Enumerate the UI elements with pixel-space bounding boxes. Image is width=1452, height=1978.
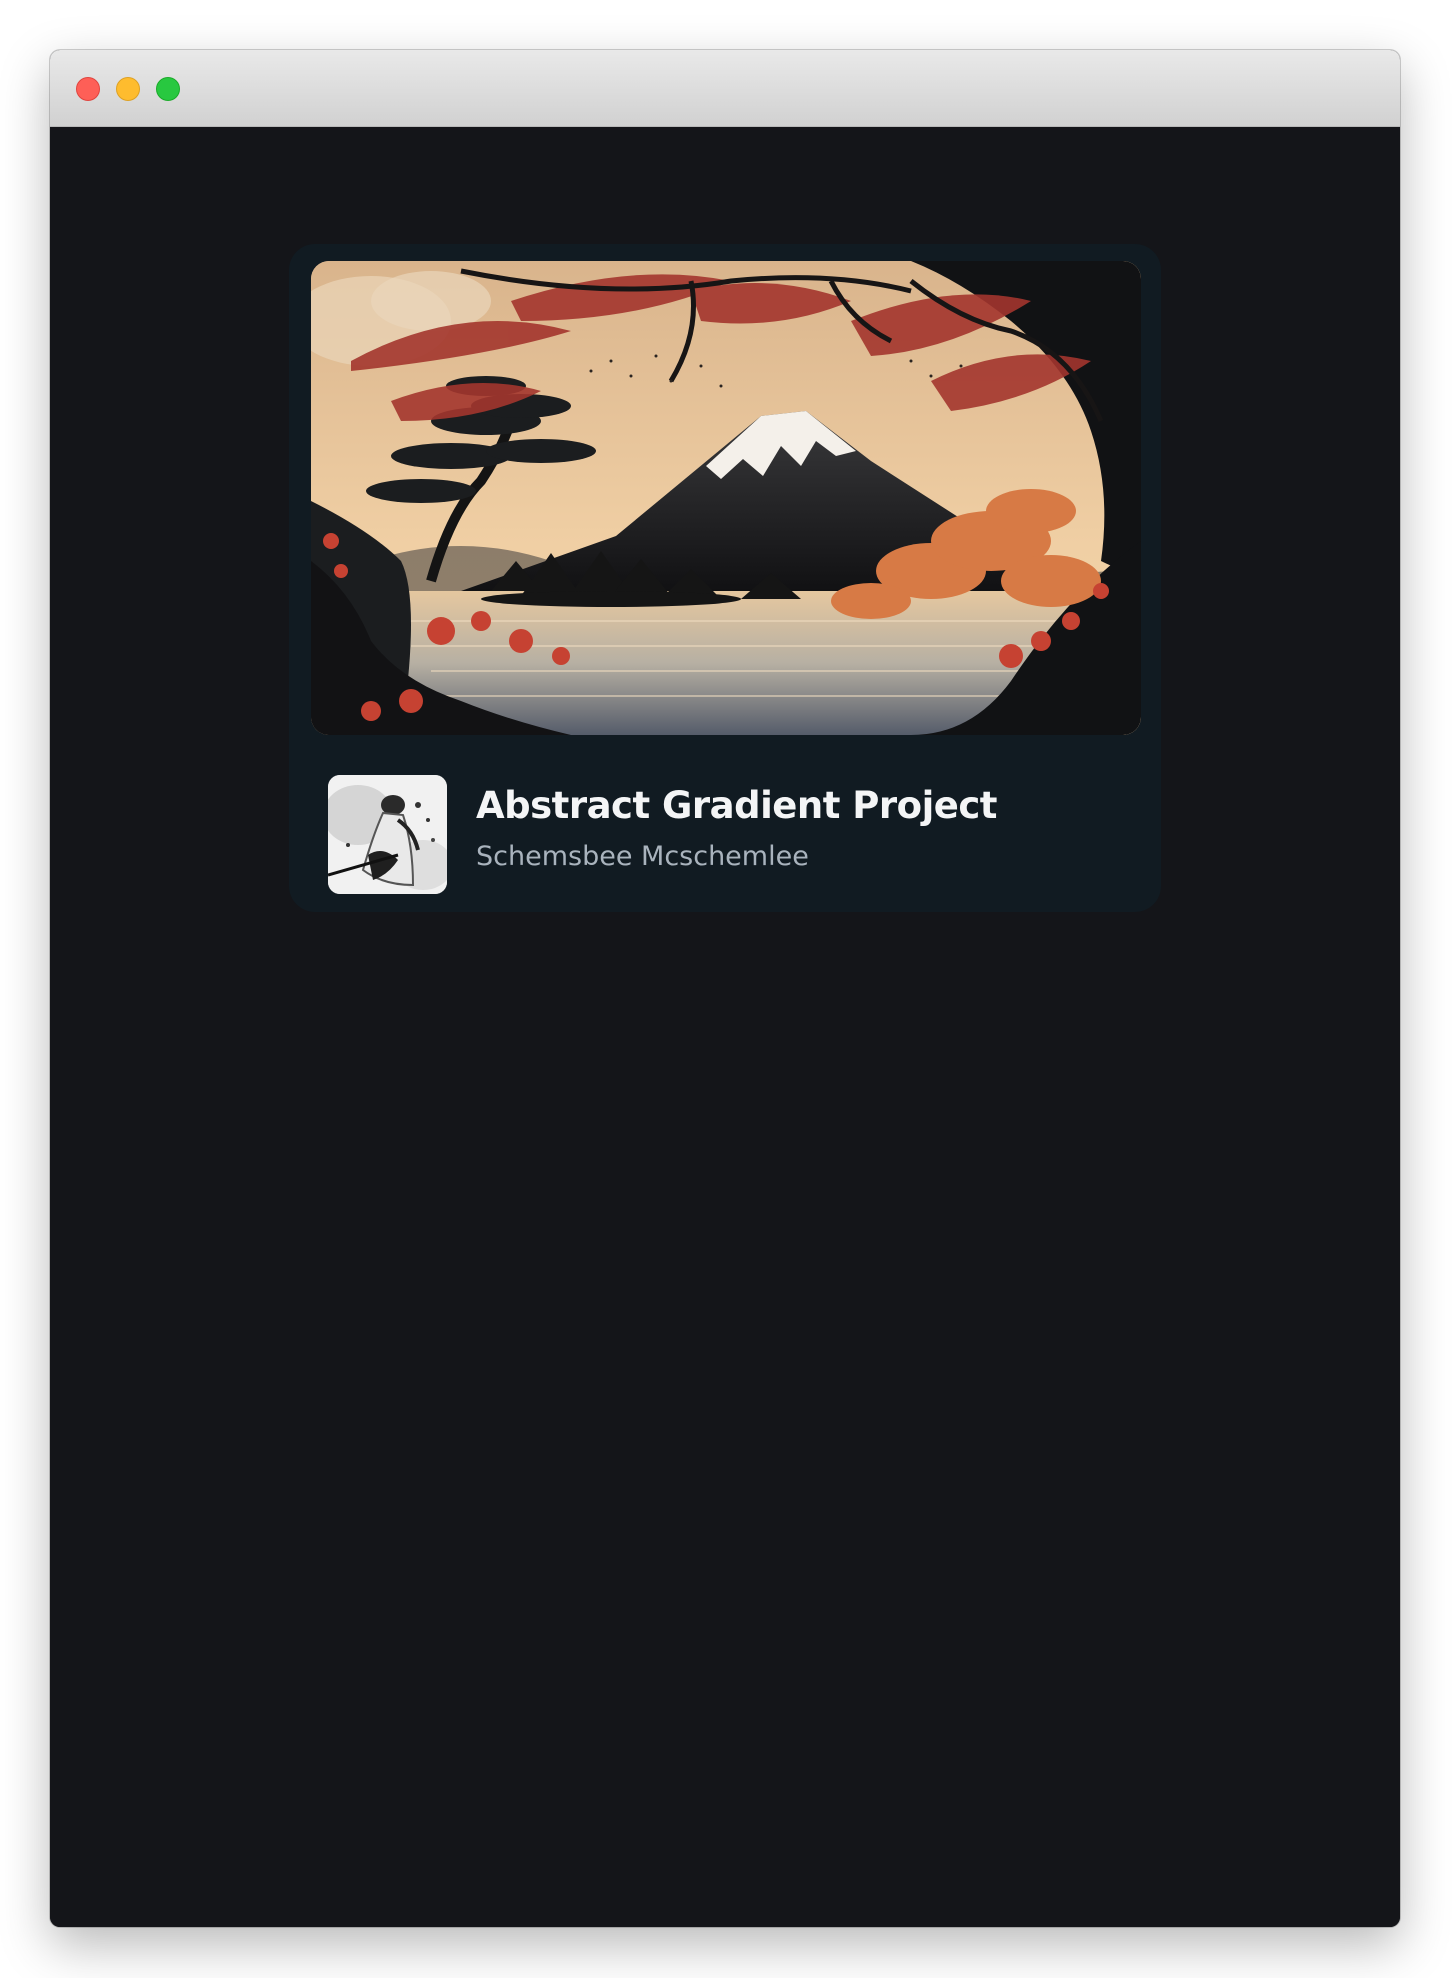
author-avatar[interactable] — [328, 775, 447, 894]
window-titlebar — [50, 50, 1400, 127]
cover-image — [311, 261, 1141, 735]
author-name[interactable]: Schemsbee Mcschemlee — [476, 841, 809, 872]
maximize-window-button[interactable] — [156, 77, 180, 101]
browser-window: Abstract Gradient Project Schemsbee Mcsc… — [50, 50, 1400, 1927]
page-content: Abstract Gradient Project Schemsbee Mcsc… — [50, 127, 1400, 1927]
mountain-lake-illustration — [311, 261, 1141, 735]
minimize-window-button[interactable] — [116, 77, 140, 101]
close-window-button[interactable] — [76, 77, 100, 101]
project-title[interactable]: Abstract Gradient Project — [476, 784, 997, 827]
ink-samurai-illustration — [328, 775, 447, 894]
project-card[interactable]: Abstract Gradient Project Schemsbee Mcsc… — [289, 244, 1161, 912]
